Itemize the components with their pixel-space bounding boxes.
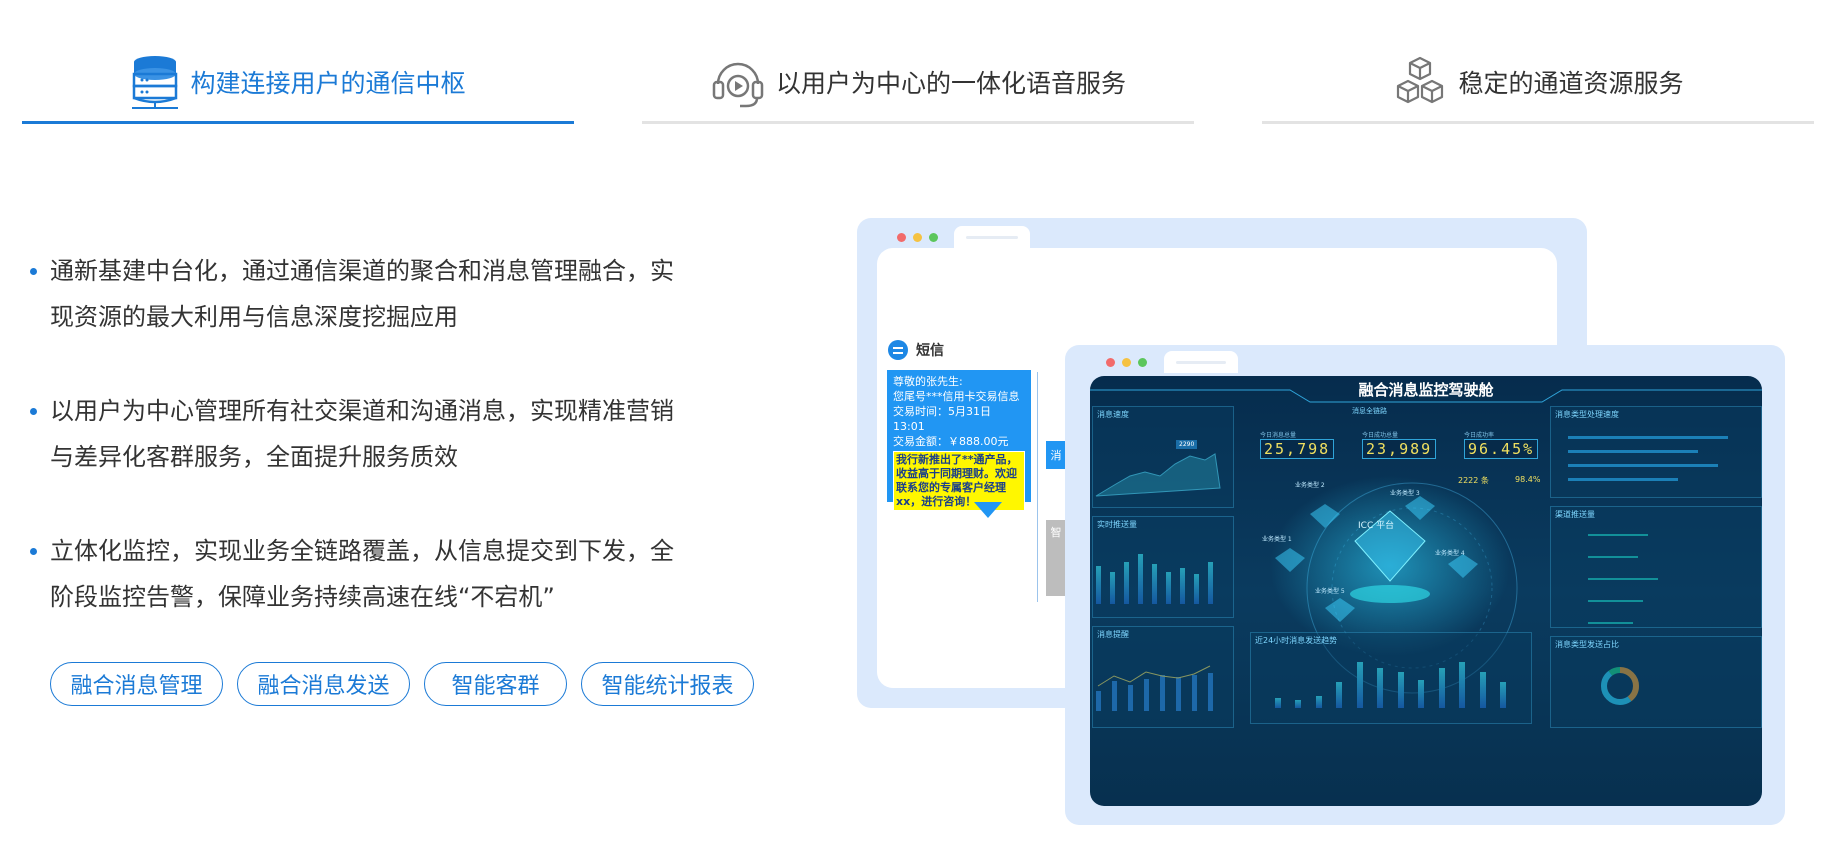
chip-message-sending[interactable]: 融合消息发送 [237,662,410,706]
database-icon [132,56,179,109]
list-item: 以用户为中心管理所有社交渠道和沟通消息，实现精准营销 与差异化客群服务，全面提升… [28,388,718,480]
sms-header: 短信 [888,340,944,360]
panel-header: 实时推送量 [1097,520,1137,529]
icc-platform-label: ICC 平台 [1358,521,1395,531]
message-icon [888,340,908,360]
tab-communication-hub[interactable]: 构建连接用户的通信中枢 [22,40,574,124]
bullet-line: 阶段监控告警，保障业务持续高速在线“不宕机” [50,583,555,611]
sms-line: 交易金额：￥888.00元 [893,435,1009,448]
monitoring-dashboard: 融合消息监控驾驶舱 消息速度 实时推送量 消息提醒 近24小时消息发送趋势 消息… [1090,376,1762,806]
sms-highlight: 我行新推出了**通产品，收益高于同期理财。欢迎联系您的专属客户经理xx，进行咨询… [893,451,1025,511]
sms-bubble-tail [974,502,1002,518]
channel-box: 智 [1046,520,1066,596]
sms-line: 交易时间：5月31日 13:01 [893,405,991,433]
feature-chip-group: 融合消息管理 融合消息发送 智能客群 智能统计报表 [50,662,754,706]
business-type-label: 业务类型 4 [1435,550,1465,557]
sms-line: 您尾号***信用卡交易信息 [893,390,1020,403]
business-type-label: 业务类型 1 [1262,536,1292,543]
kpi-label: 今日成功总量 [1362,432,1399,439]
sms-line: 尊敬的张先生: [893,375,963,388]
area-tooltip: 2290 [1176,440,1198,449]
feature-tabs: 构建连接用户的通信中枢 以用户为中心的一体化语音服务 稳定的通道资源服务 [0,0,1837,130]
tab-underline [22,121,574,124]
panel-header: 消息速度 [1097,410,1129,419]
kpi-value: 23,989 [1362,439,1437,459]
panel-header: 消息类型处理速度 [1555,410,1619,419]
bullet-line: 与差异化客群服务，全面提升服务质效 [50,443,458,471]
sms-title: 短信 [916,343,944,359]
sms-bubble: 尊敬的张先生: 您尾号***信用卡交易信息 交易时间：5月31日 13:01 交… [887,370,1031,511]
panel-header: 消息提醒 [1097,630,1129,639]
panel-24h-trend: 近24小时消息发送趋势 [1250,632,1532,724]
bullet-line: 通新基建中台化，通过通信渠道的聚合和消息管理融合，实 [50,257,674,285]
panel-message-alert: 消息提醒 [1092,626,1234,728]
panel-channel-push: 渠道推送量 [1550,506,1762,628]
window-dots [1106,358,1147,367]
list-item: 通新基建中台化，通过通信渠道的聚合和消息管理融合，实 现资源的最大利用与信息深度… [28,248,718,340]
window-tab [954,226,1030,248]
tab-underline [642,121,1194,124]
window-dots [897,233,938,242]
dashboard-title: 融合消息监控驾驶舱 [1358,381,1494,399]
bullet-line: 以用户为中心管理所有社交渠道和沟通消息，实现精准营销 [50,397,674,425]
bullet-dot [30,408,37,415]
panel-type-speed: 消息类型处理速度 [1550,406,1762,498]
center-panel-title: 消息全链路 [1352,407,1387,415]
list-item: 立体化监控，实现业务全链路覆盖，从信息提交到下发，全 阶段监控告警，保障业务持续… [28,528,718,620]
bullet-dot [30,268,37,275]
chip-smart-customer-group[interactable]: 智能客群 [424,662,567,706]
business-type-label: 业务类型 5 [1315,588,1345,595]
panel-header: 消息类型发送占比 [1555,640,1619,649]
business-type-label: 业务类型 3 [1390,490,1420,497]
panel-type-ratio: 消息类型发送占比 [1550,636,1762,728]
send-rate: 98.4% [1515,475,1541,484]
cubes-icon [1397,56,1444,104]
bullet-dot [30,548,37,555]
kpi-label: 今日成功率 [1464,432,1495,439]
tab-voice-service[interactable]: 以用户为中心的一体化语音服务 [642,40,1194,124]
tab-label: 稳定的通道资源服务 [1458,69,1684,98]
tab-underline [1262,121,1814,124]
business-type-label: 业务类型 2 [1295,482,1325,489]
kpi-label: 今日消息总量 [1260,432,1297,439]
headset-icon [712,62,764,108]
kpi-value: 25,798 [1260,439,1335,459]
panel-header: 近24小时消息发送趋势 [1255,636,1338,645]
channel-box: 消 [1046,441,1066,469]
feature-bullet-list: 通新基建中台化，通过通信渠道的聚合和消息管理融合，实 现资源的最大利用与信息深度… [28,248,718,668]
bullet-line: 立体化监控，实现业务全链路覆盖，从信息提交到下发，全 [50,537,674,565]
send-count: 2222 条 [1458,476,1489,485]
bullet-line: 现资源的最大利用与信息深度挖掘应用 [50,303,458,331]
tab-label: 以用户为中心的一体化语音服务 [775,69,1126,98]
chip-smart-report[interactable]: 智能统计报表 [581,662,754,706]
window-tab [1164,351,1238,373]
panel-realtime-push: 实时推送量 [1092,516,1234,618]
chip-message-management[interactable]: 融合消息管理 [50,662,223,706]
kpi-value: 96.45% [1464,439,1539,459]
panel-header: 渠道推送量 [1555,510,1595,519]
tab-label: 构建连接用户的通信中枢 [190,69,466,98]
panel-message-speed: 消息速度 [1092,406,1234,508]
tab-channel-resource[interactable]: 稳定的通道资源服务 [1262,40,1814,124]
